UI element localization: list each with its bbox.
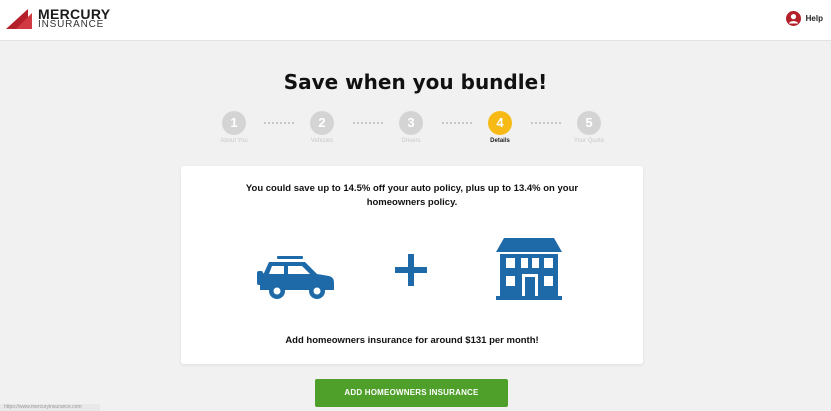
step-label: About You xyxy=(220,138,248,144)
browser-status-url: https://www.mercuryinsurance.com xyxy=(0,404,100,411)
homeowners-price-message: Add homeowners insurance for around $131… xyxy=(285,335,539,346)
logo-sub-text: INSURANCE xyxy=(38,19,105,30)
step-label: Drivers xyxy=(401,138,421,144)
step-number: 2 xyxy=(310,111,334,135)
plus-icon xyxy=(395,254,427,286)
help-user-icon xyxy=(785,10,801,26)
step-label: Details xyxy=(490,138,510,144)
step-number: 5 xyxy=(577,111,601,135)
step-3: 3 Drivers xyxy=(391,111,431,144)
step-2: 2 Vehicles xyxy=(302,111,342,144)
help-label: Help xyxy=(805,13,823,23)
step-connector xyxy=(442,122,472,124)
car-icon xyxy=(257,256,334,299)
step-connector xyxy=(264,122,294,124)
page-title: Save when you bundle! xyxy=(283,70,548,94)
step-number: 1 xyxy=(222,111,246,135)
step-connector xyxy=(353,122,383,124)
progress-stepper: 1 About You 2 Vehicles 3 Drivers 4 Detai… xyxy=(210,111,620,151)
savings-message: You could save up to 14.5% off your auto… xyxy=(245,183,579,208)
step-label: Your Quote xyxy=(573,138,605,144)
add-homeowners-insurance-button[interactable]: ADD HOMEOWNERS INSURANCE xyxy=(315,379,508,407)
mercury-logo-icon xyxy=(6,9,32,29)
step-1: 1 About You xyxy=(214,111,254,144)
step-number: 4 xyxy=(488,111,512,135)
help-link[interactable]: Help xyxy=(785,9,823,27)
mercury-logo[interactable]: MERCURY INSURANCE xyxy=(6,7,116,33)
step-number: 3 xyxy=(399,111,423,135)
step-connector xyxy=(531,122,561,124)
top-header: MERCURY INSURANCE Help xyxy=(0,0,831,41)
step-label: Vehicles xyxy=(310,138,334,144)
house-icon xyxy=(496,238,562,300)
step-4: 4 Details xyxy=(480,111,520,144)
step-5: 5 Your Quote xyxy=(569,111,609,144)
bundle-savings-card: You could save up to 14.5% off your auto… xyxy=(181,166,643,364)
